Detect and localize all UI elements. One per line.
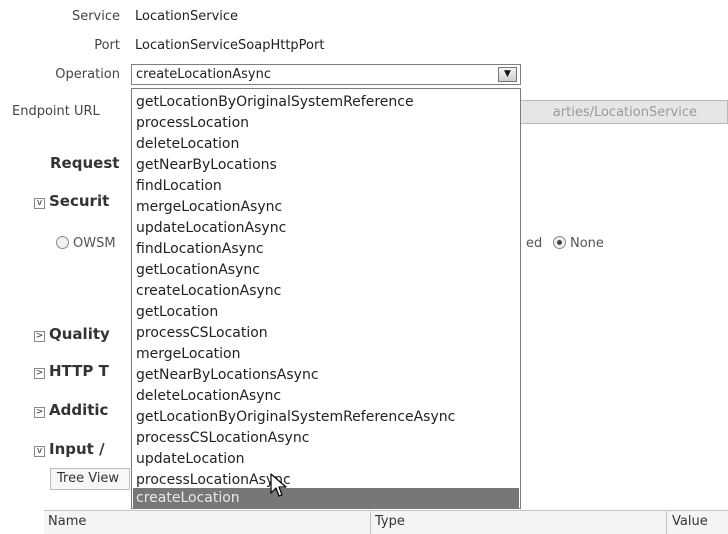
http-section-header[interactable]: > HTTP T: [34, 362, 109, 380]
dropdown-option[interactable]: updateLocationAsync: [133, 218, 519, 239]
operation-select[interactable]: createLocationAsync ▼: [131, 64, 521, 85]
dropdown-option[interactable]: getLocation: [133, 302, 519, 323]
port-value: LocationServiceSoapHttpPort: [135, 38, 325, 53]
request-heading: Request: [50, 154, 120, 172]
dropdown-option[interactable]: getNearByLocations: [133, 155, 519, 176]
chevron-down-icon[interactable]: ▼: [498, 67, 517, 82]
triangle-right-icon: >: [34, 368, 45, 379]
column-divider: [666, 511, 667, 534]
dropdown-option[interactable]: processCSLocation: [133, 323, 519, 344]
service-value: LocationService: [135, 9, 239, 24]
operation-select-value: createLocationAsync: [136, 67, 271, 82]
dropdown-option[interactable]: findLocation: [133, 176, 519, 197]
dropdown-option[interactable]: updateLocation: [133, 449, 519, 470]
triangle-right-icon: >: [34, 331, 45, 342]
dropdown-option[interactable]: createLocationAsync: [133, 281, 519, 302]
dropdown-option[interactable]: getLocationByOriginalSystemReferenceAsyn…: [133, 407, 519, 428]
dropdown-option[interactable]: getLocationAsync: [133, 260, 519, 281]
column-header-value: Value: [672, 514, 708, 529]
dropdown-option[interactable]: getNearByLocationsAsync: [133, 365, 519, 386]
radio-icon: [56, 236, 69, 249]
service-label: Service: [71, 9, 120, 24]
dropdown-option[interactable]: processLocation: [133, 113, 519, 134]
tree-view-tab[interactable]: Tree View: [50, 468, 130, 490]
dropdown-option[interactable]: mergeLocationAsync: [133, 197, 519, 218]
port-label: Port: [94, 38, 120, 53]
dropdown-option[interactable]: findLocationAsync: [133, 239, 519, 260]
dropdown-option[interactable]: mergeLocation: [133, 344, 519, 365]
triangle-down-icon: v: [34, 198, 45, 209]
input-section-header[interactable]: v Input /: [34, 440, 105, 458]
dropdown-option-highlighted[interactable]: createLocation: [133, 488, 519, 508]
operation-dropdown-list[interactable]: getLocationByOriginalSystemReference pro…: [131, 88, 521, 509]
operation-label: Operation: [55, 67, 120, 82]
none-radio-option[interactable]: None: [553, 236, 604, 251]
security-section-header[interactable]: v Securit: [34, 192, 109, 210]
dropdown-option[interactable]: deleteLocation: [133, 134, 519, 155]
column-header-type: Type: [375, 514, 405, 529]
endpoint-label: Endpoint URL: [12, 104, 100, 119]
column-divider: [370, 511, 371, 534]
dropdown-option[interactable]: deleteLocationAsync: [133, 386, 519, 407]
owsm-radio-option[interactable]: OWSM: [56, 236, 116, 251]
additional-section-header[interactable]: > Additic: [34, 401, 108, 419]
ed-radio-label: ed: [526, 236, 543, 251]
triangle-down-icon: v: [34, 446, 45, 457]
dropdown-option[interactable]: processCSLocationAsync: [133, 428, 519, 449]
column-header-name: Name: [48, 514, 87, 529]
triangle-right-icon: >: [34, 407, 45, 418]
quality-section-header[interactable]: > Quality: [34, 325, 110, 343]
dropdown-option[interactable]: getLocationByOriginalSystemReference: [133, 92, 519, 113]
radio-selected-icon: [553, 236, 566, 249]
mouse-pointer-icon: [270, 473, 287, 497]
parameters-table-header: Name Type Value: [44, 510, 728, 534]
endpoint-url-value: arties/LocationService: [552, 105, 697, 120]
